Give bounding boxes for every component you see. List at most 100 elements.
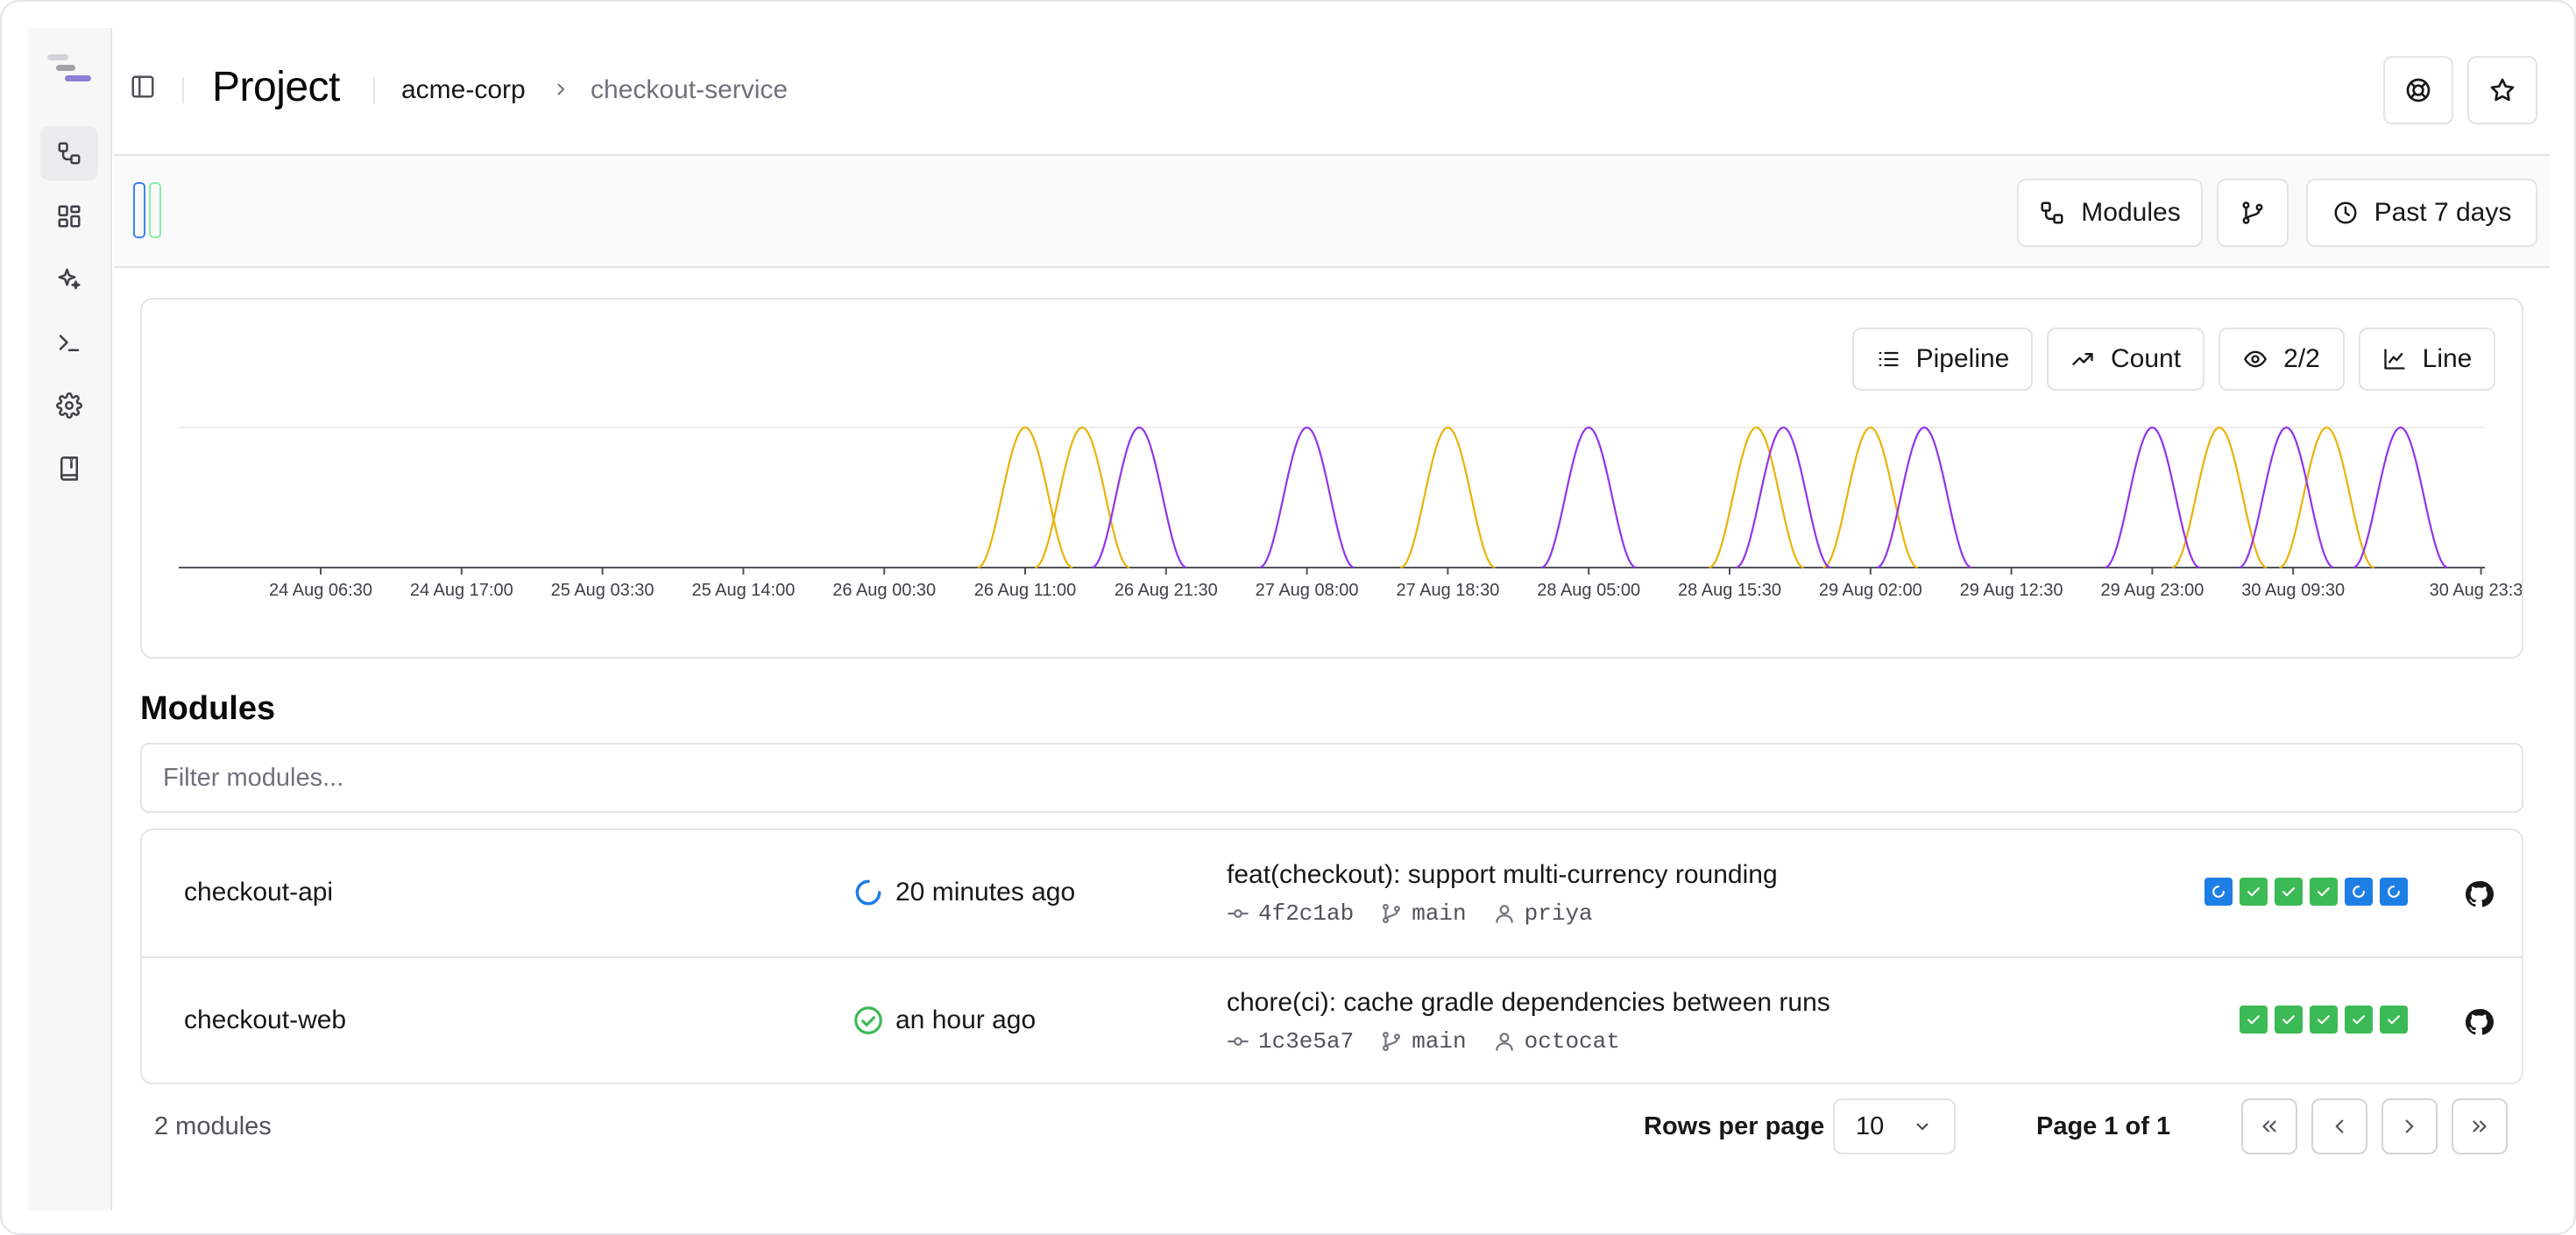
modules-heading: Modules [140,690,276,727]
commit-author[interactable]: priya [1493,900,1593,927]
commit-sha-text: 1c3e5a7 [1258,1028,1355,1055]
chart-type-button[interactable]: Line [2359,328,2495,391]
job-status-success[interactable] [2380,1006,2408,1034]
chart-x-tick-label: 29 Aug 12:30 [1960,581,2063,600]
job-status-running[interactable] [2204,878,2233,906]
job-status-success[interactable] [2310,878,2338,906]
favorite-button[interactable] [2467,56,2537,124]
chart-series-1-peak [2353,426,2449,569]
visible-series-button[interactable]: 2/2 [2219,328,2345,391]
git-branch-icon [1383,1031,1401,1052]
chart-series-1-peak [2239,426,2334,569]
sidebar-toggle-button[interactable] [130,74,159,103]
chart-x-tick-label: 30 Aug 23:30 [2430,581,2522,600]
job-status-success[interactable] [2275,1006,2303,1034]
chevron-right-icon [2405,1119,2414,1133]
app-logo-icon [47,54,91,81]
check-icon [2247,887,2260,897]
legend-chip-green[interactable] [149,182,161,238]
time-range-label: Past 7 days [2374,198,2512,227]
job-status-running[interactable] [2345,878,2373,906]
filter-modules-input[interactable] [140,743,2523,813]
branch-filter-button[interactable] [2217,179,2289,247]
modules-icon [58,142,81,165]
loading-spinner-icon [855,879,881,906]
check-circle-icon [854,1006,882,1034]
page-title: Project [212,64,340,110]
sidebar-item-docs[interactable] [40,441,98,496]
job-status-success[interactable] [2310,1006,2338,1034]
job-status-success[interactable] [2240,878,2268,906]
spinner-icon [2388,886,2400,898]
rows-per-page-select[interactable]: 10 [1833,1098,1956,1154]
first-page-button[interactable] [2241,1098,2297,1154]
legend-chip-blue[interactable] [133,182,145,238]
git-commit-icon [1228,909,1249,918]
chart-x-tick-label: 29 Aug 02:00 [1819,581,1922,600]
chart-card: 24 Aug 06:30 24 Aug 17:00 25 Aug 03:30 25 A… [140,298,2523,659]
chart-x-tick-label: 26 Aug 11:00 [974,581,1076,600]
commit-sha-text: 4f2c1ab [1258,900,1355,927]
metric-label: Count [2110,344,2182,373]
gear-icon [56,392,82,419]
sidebar-item-insights[interactable] [40,252,98,307]
job-status-list [2204,878,2408,906]
module-time: 20 minutes ago [895,878,1076,907]
table-row[interactable]: checkout-web an hour ago chore(ci): cach… [142,956,2522,1083]
spinner-icon [2212,886,2225,898]
module-name[interactable]: checkout-web [184,1006,346,1035]
github-icon[interactable] [2464,879,2494,909]
rows-per-page-label: Rows per page [1644,1112,1825,1140]
toolbar: Modules Past 7 days [114,156,2550,268]
breadcrumb-service[interactable]: checkout-service [591,75,788,105]
commit-sha[interactable]: 1c3e5a7 [1227,1028,1354,1055]
modules-view-button[interactable]: Modules [2017,179,2203,247]
commit-branch[interactable]: main [1380,1028,1467,1055]
time-range-button[interactable]: Past 7 days [2306,179,2537,247]
job-status-success[interactable] [2240,1006,2268,1034]
group-by-button[interactable]: Pipeline [1852,328,2033,391]
job-status-success[interactable] [2275,878,2303,906]
line-chart-icon [2383,349,2405,370]
last-page-button[interactable] [2452,1098,2508,1154]
star-icon [2490,78,2515,102]
module-name[interactable]: checkout-api [184,878,333,907]
check-icon [2388,1015,2400,1025]
header-divider [373,77,375,103]
chart-x-tick-label: 26 Aug 00:30 [832,581,936,600]
table-row[interactable]: checkout-api 20 minutes ago feat(checkou… [142,830,2522,956]
next-page-button[interactable] [2381,1098,2438,1154]
job-status-running[interactable] [2380,878,2408,906]
metric-button[interactable]: Count [2047,328,2204,391]
app-window: Project acme-corp checkout-service Modul… [0,0,2576,1235]
commit-message[interactable]: chore(ci): cache gradle dependencies bet… [1227,988,1830,1018]
clock-icon [2334,201,2357,224]
job-status-success[interactable] [2345,1006,2373,1034]
github-icon[interactable] [2464,1007,2494,1037]
rows-per-page-value: 10 [1856,1112,1885,1140]
chart-type-label: Line [2422,344,2473,373]
commit-branch[interactable]: main [1380,900,1467,927]
chart-series-1-peak [1735,426,1831,569]
sidebar-item-settings[interactable] [40,378,98,433]
commit-author[interactable]: octocat [1493,1028,1620,1055]
page-indicator: Page 1 of 1 [2036,1112,2171,1140]
sidebar-item-dashboard[interactable] [40,189,98,243]
breadcrumb-org[interactable]: acme-corp [401,75,526,105]
dashboard-icon [58,205,81,228]
commit-meta: 1c3e5a7 main octocat [1227,1028,1620,1055]
chevrons-left-icon [2262,1120,2276,1133]
commit-sha[interactable]: 4f2c1ab [1227,900,1354,927]
sidebar-item-modules[interactable] [40,126,98,180]
git-commit-icon [1228,1037,1249,1046]
previous-page-button[interactable] [2311,1098,2367,1154]
header: Project acme-corp checkout-service [114,28,2550,156]
terminal-icon [59,335,80,351]
chart-x-tick-label: 28 Aug 05:00 [1537,581,1640,600]
help-button[interactable] [2383,56,2453,124]
check-icon [2247,1015,2260,1025]
commit-message[interactable]: feat(checkout): support multi-currency r… [1227,860,1778,890]
chart-series-1-peak [1876,426,1972,569]
modules-table: checkout-api 20 minutes ago feat(checkou… [140,829,2523,1084]
sidebar-item-terminal[interactable] [40,315,98,370]
